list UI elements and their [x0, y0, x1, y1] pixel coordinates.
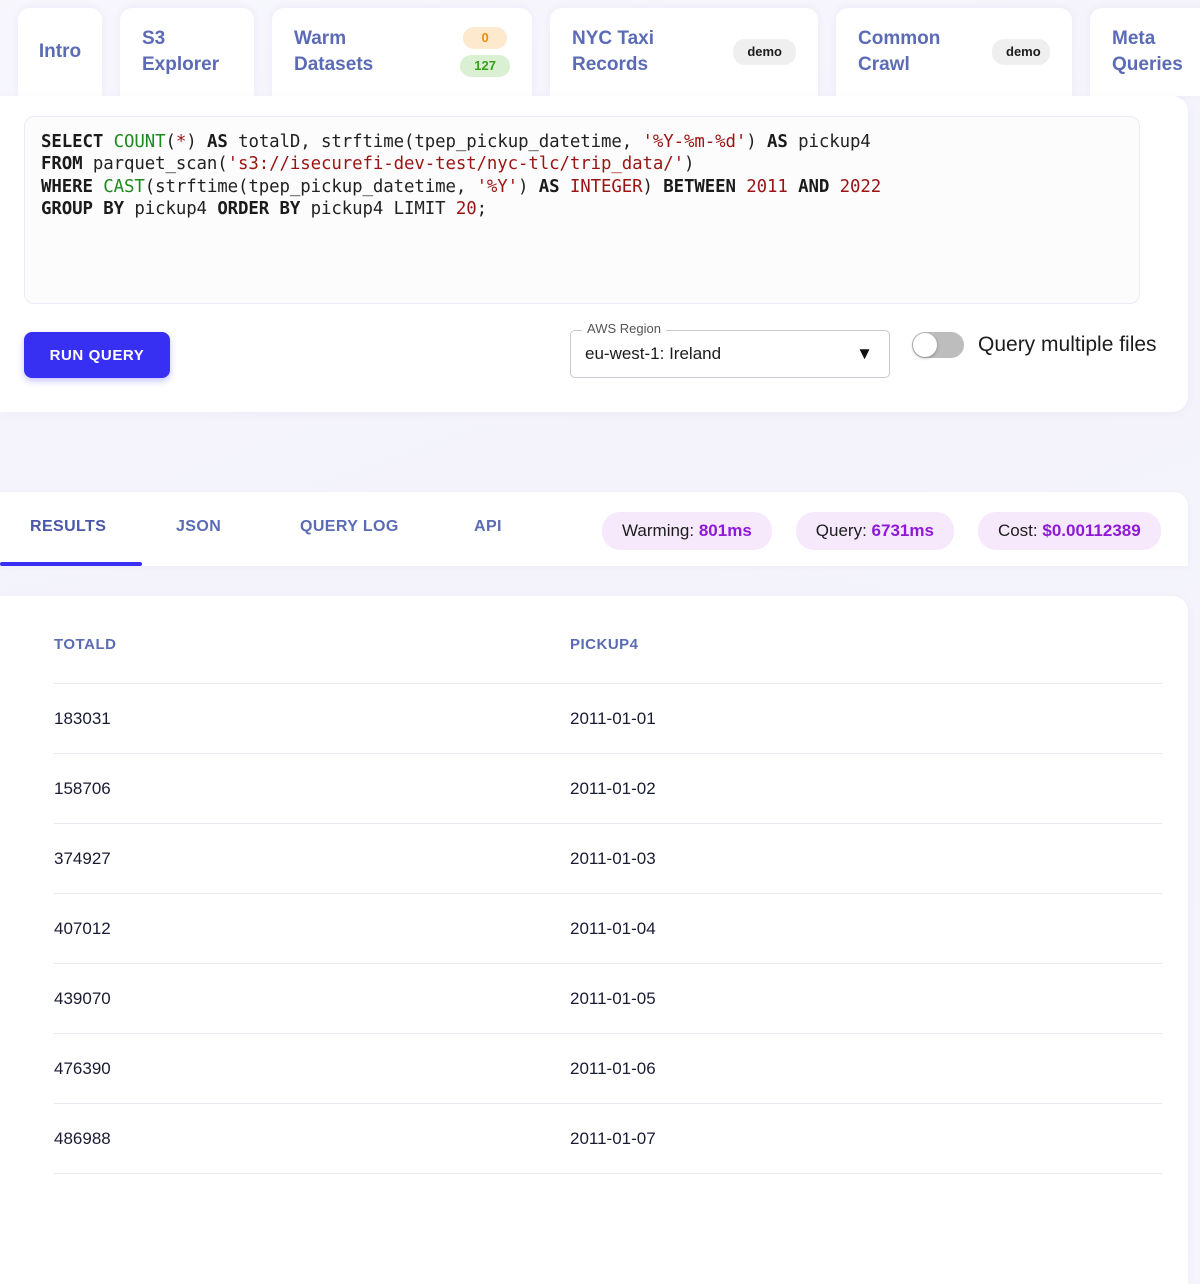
tab-common-crawl[interactable]: Common Crawl demo	[836, 8, 1072, 96]
cell-totald: 374927	[54, 823, 570, 894]
tab-s3-explorer[interactable]: S3 Explorer	[120, 8, 254, 96]
badge-warm-count: 127	[460, 55, 510, 77]
badge-demo-common-crawl: demo	[992, 39, 1050, 65]
tab-warm-datasets[interactable]: Warm Datasets 0 127	[272, 8, 532, 96]
tab-api[interactable]: API	[474, 518, 502, 536]
cell-pickup4: 2011-01-02	[570, 753, 1162, 824]
cell-totald: 439070	[54, 963, 570, 1034]
metric-query-label: Query:	[815, 521, 867, 540]
query-multiple-files-label: Query multiple files	[978, 333, 1157, 356]
tab-intro-label: Intro	[38, 41, 82, 62]
aws-region-value: eu-west-1: Ireland	[585, 344, 722, 363]
active-tab-indicator	[0, 562, 142, 566]
warm-datasets-badges: 0 127	[460, 27, 510, 77]
metric-warming-value: 801ms	[698, 521, 752, 540]
aws-region-label: AWS Region	[582, 321, 666, 337]
cell-pickup4: 2011-01-06	[570, 1033, 1162, 1104]
tab-s3-explorer-label: S3 Explorer	[142, 28, 220, 75]
tab-common-crawl-label: Common Crawl	[858, 28, 941, 75]
metric-query: Query: 6731ms	[795, 512, 954, 550]
column-header-pickup4[interactable]: PICKUP4	[570, 636, 1162, 684]
tab-results[interactable]: RESULTS	[30, 518, 106, 536]
tab-query-log[interactable]: QUERY LOG	[300, 518, 399, 536]
cell-pickup4: 2011-01-03	[570, 823, 1162, 894]
toggle-knob	[913, 333, 937, 357]
cell-totald: 407012	[54, 893, 570, 964]
tab-nyc-taxi-records-label: NYC Taxi Records	[572, 28, 655, 75]
tab-json[interactable]: JSON	[176, 518, 221, 536]
results-table-body: 183031 2011-01-01 158706 2011-01-02 374927 20…	[54, 683, 1162, 1174]
run-query-button[interactable]: RUN QUERY	[24, 332, 170, 378]
table-row[interactable]: 158706 2011-01-02	[54, 753, 1162, 824]
cell-pickup4: 2011-01-07	[570, 1103, 1162, 1174]
query-metrics: Warming: 801ms Query: 6731ms Cost: $0.00…	[602, 512, 1161, 550]
metric-cost-label: Cost:	[997, 521, 1038, 540]
query-editor-panel: SELECT COUNT(*) AS totalD, strftime(tpep…	[0, 96, 1188, 412]
tab-meta-queries-label: Meta Queries	[1112, 28, 1183, 75]
aws-region-select[interactable]: eu-west-1: Ireland ▼	[570, 330, 890, 378]
column-header-totald[interactable]: TOTALD	[54, 636, 570, 684]
metric-warming: Warming: 801ms	[602, 512, 772, 550]
query-multiple-files-toggle[interactable]: Query multiple files	[912, 332, 1157, 358]
tab-intro[interactable]: Intro	[18, 8, 102, 96]
metric-cost: Cost: $0.00112389	[977, 512, 1161, 550]
badge-cold-count: 0	[463, 27, 508, 49]
toggle-switch-icon[interactable]	[912, 332, 964, 358]
cell-pickup4: 2011-01-04	[570, 893, 1162, 964]
cell-pickup4: 2011-01-01	[570, 683, 1162, 754]
metric-query-value: 6731ms	[871, 521, 934, 540]
app-root: Intro S3 Explorer Warm Datasets 0 127 NY…	[0, 0, 1200, 1284]
table-row[interactable]: 407012 2011-01-04	[54, 893, 1162, 964]
table-header-row: TOTALD PICKUP4	[54, 636, 1162, 684]
cell-totald: 158706	[54, 753, 570, 824]
dataset-tabstrip: Intro S3 Explorer Warm Datasets 0 127 NY…	[0, 0, 1200, 96]
table-row[interactable]: 374927 2011-01-03	[54, 823, 1162, 894]
results-table-head: TOTALD PICKUP4	[54, 636, 1162, 684]
sql-editor-code: SELECT COUNT(*) AS totalD, strftime(tpep…	[41, 132, 882, 219]
metric-warming-label: Warming:	[622, 521, 695, 540]
table-row[interactable]: 439070 2011-01-05	[54, 963, 1162, 1034]
cell-totald: 183031	[54, 683, 570, 754]
tab-warm-datasets-label: Warm Datasets	[294, 28, 374, 75]
aws-region-field: eu-west-1: Ireland ▼ AWS Region	[570, 321, 890, 378]
results-table-panel: TOTALD PICKUP4 183031 2011-01-01 158706 201…	[0, 596, 1188, 1284]
table-row[interactable]: 183031 2011-01-01	[54, 683, 1162, 754]
cell-totald: 486988	[54, 1103, 570, 1174]
tab-meta-queries[interactable]: Meta Queries	[1090, 8, 1200, 96]
cell-pickup4: 2011-01-05	[570, 963, 1162, 1034]
results-table: TOTALD PICKUP4 183031 2011-01-01 158706 201…	[54, 636, 1162, 1174]
badge-demo-nyc: demo	[733, 39, 796, 65]
tab-nyc-taxi-records[interactable]: NYC Taxi Records demo	[550, 8, 818, 96]
sql-editor[interactable]: SELECT COUNT(*) AS totalD, strftime(tpep…	[24, 116, 1140, 304]
table-row[interactable]: 476390 2011-01-06	[54, 1033, 1162, 1104]
table-row[interactable]: 486988 2011-01-07	[54, 1103, 1162, 1174]
chevron-down-icon: ▼	[856, 344, 873, 363]
metric-cost-value: $0.00112389	[1042, 521, 1141, 540]
cell-totald: 476390	[54, 1033, 570, 1104]
